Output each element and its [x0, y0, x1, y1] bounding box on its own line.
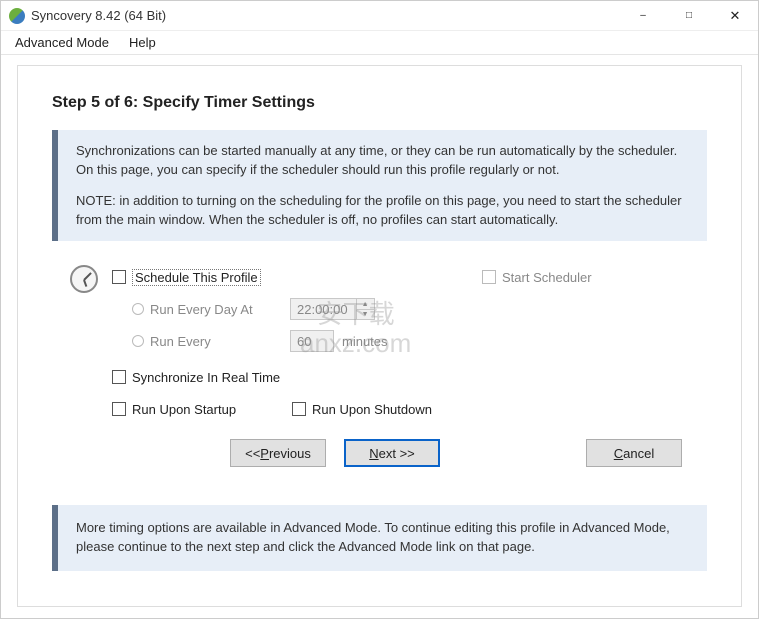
spinner-up-icon: ▲ — [357, 299, 374, 310]
checkbox-start-scheduler[interactable] — [482, 270, 496, 284]
time-value: 22:00:00 — [291, 302, 356, 317]
cancel-button[interactable]: Cancel — [586, 439, 682, 467]
close-button[interactable]: ✕ — [712, 1, 758, 30]
time-field: 22:00:00 ▲ ▼ — [290, 298, 375, 320]
menubar: Advanced Mode Help — [1, 31, 758, 55]
info-text-2: NOTE: in addition to turning on the sche… — [76, 192, 689, 230]
app-icon — [9, 8, 25, 24]
radio-run-every-interval — [132, 335, 144, 347]
checkbox-run-startup[interactable] — [112, 402, 126, 416]
previous-button[interactable]: << Previous — [230, 439, 326, 467]
spinner-down-icon: ▼ — [357, 310, 374, 320]
radio-run-every-day-at — [132, 303, 144, 315]
next-button[interactable]: Next >> — [344, 439, 440, 467]
checkbox-sync-realtime[interactable] — [112, 370, 126, 384]
minimize-button[interactable]: – — [620, 1, 666, 30]
info-text-1: Synchronizations can be started manually… — [76, 142, 689, 180]
label-run-every: Run Every — [150, 334, 211, 349]
window-controls: – □ ✕ — [620, 1, 758, 30]
interval-field: 60 — [290, 330, 334, 352]
label-run-startup[interactable]: Run Upon Startup — [132, 402, 236, 417]
time-spinner: ▲ ▼ — [356, 299, 374, 319]
clock-icon — [70, 265, 98, 293]
menu-help[interactable]: Help — [119, 32, 166, 53]
label-start-scheduler: Start Scheduler — [502, 270, 592, 285]
label-run-shutdown[interactable]: Run Upon Shutdown — [312, 402, 432, 417]
maximize-button[interactable]: □ — [666, 1, 712, 30]
checkbox-run-shutdown[interactable] — [292, 402, 306, 416]
interval-unit: minutes — [342, 334, 388, 349]
interval-value: 60 — [297, 334, 311, 349]
label-run-every-day-at: Run Every Day At — [150, 302, 253, 317]
label-sync-realtime[interactable]: Synchronize In Real Time — [132, 370, 280, 385]
settings-area: Schedule This Profile Start Scheduler Ru… — [52, 263, 707, 467]
menu-advanced-mode[interactable]: Advanced Mode — [5, 32, 119, 53]
footer-box: More timing options are available in Adv… — [52, 505, 707, 571]
info-box: Synchronizations can be started manually… — [52, 130, 707, 241]
window-title: Syncovery 8.42 (64 Bit) — [31, 8, 620, 23]
wizard-panel: Step 5 of 6: Specify Timer Settings Sync… — [17, 65, 742, 607]
label-schedule-profile[interactable]: Schedule This Profile — [132, 269, 261, 286]
checkbox-schedule-profile[interactable] — [112, 270, 126, 284]
footer-text: More timing options are available in Adv… — [76, 520, 670, 554]
page-title: Step 5 of 6: Specify Timer Settings — [52, 94, 707, 112]
button-row: << Previous Next >> Cancel — [112, 427, 707, 467]
titlebar: Syncovery 8.42 (64 Bit) – □ ✕ — [1, 1, 758, 31]
